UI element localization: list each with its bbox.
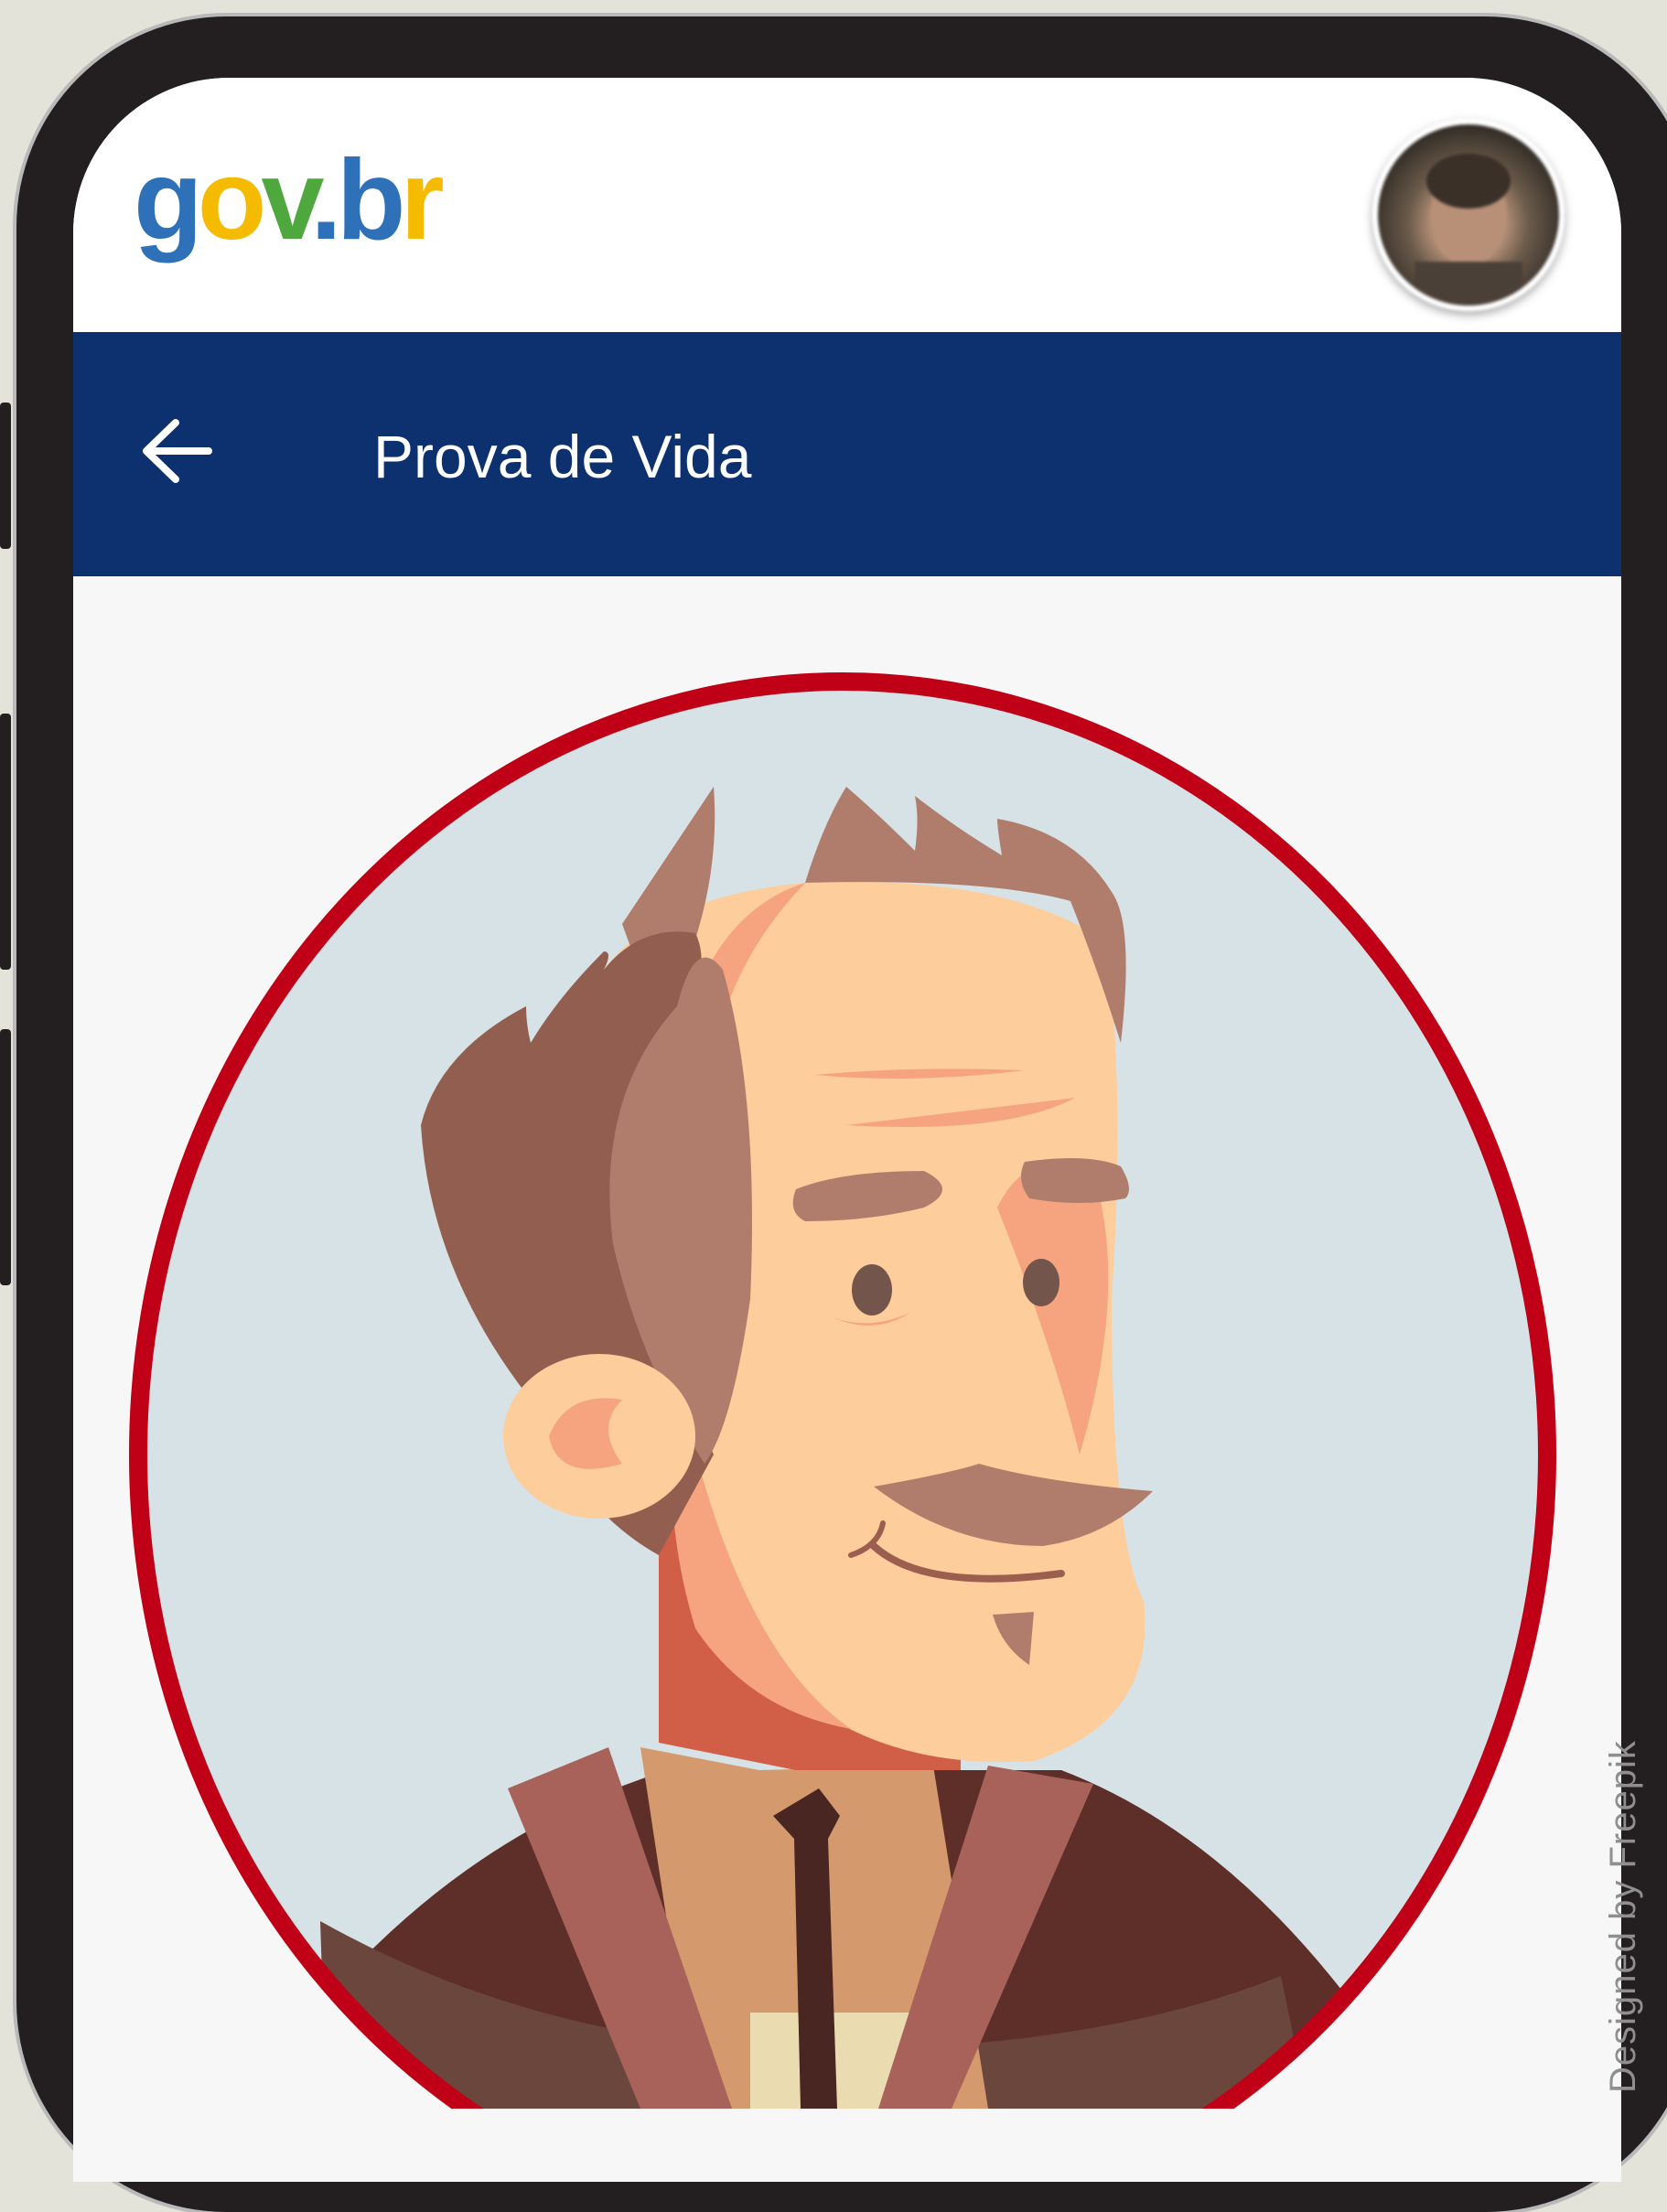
right-eye — [1023, 1259, 1059, 1306]
right-eyebrow — [1021, 1158, 1129, 1203]
elderly-man-illustration — [129, 672, 1556, 2109]
left-eye — [852, 1264, 892, 1315]
freepik-credit: Designed by Freepik — [1603, 1740, 1643, 2093]
